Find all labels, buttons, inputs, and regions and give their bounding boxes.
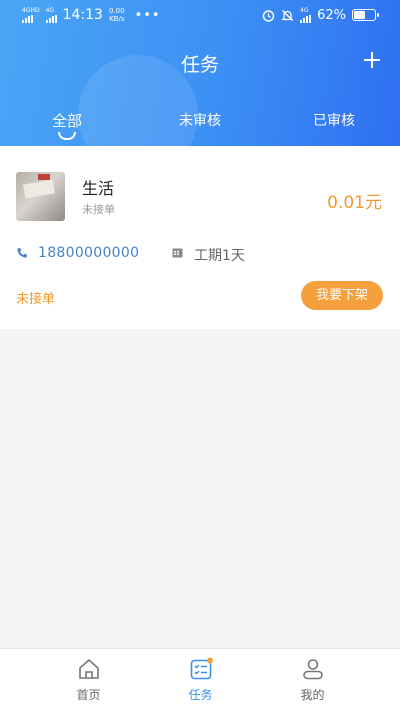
task-list-icon [190,657,213,680]
speed-value: 0.00 [108,7,125,15]
tab-unreviewed[interactable]: 未审核 [150,110,250,130]
tab-reviewed-label: 已审核 [313,113,355,129]
signal-1-icon: 4GHD [22,7,40,23]
signal-3-icon: 4G [300,7,312,23]
network-label-3: 4G [300,7,309,14]
task-card[interactable]: 生活 未接单 0.01元 18800000000 工期1天 未接单 我要下架 [0,146,400,329]
calendar-icon [172,248,183,258]
add-task-button[interactable] [358,46,386,74]
active-tab-indicator [58,132,76,140]
task-price: 0.01元 [327,193,382,213]
task-status: 未接单 [82,203,115,216]
more-notifications-icon: ••• [134,7,161,23]
nav-mine[interactable]: 我的 [246,649,379,711]
battery-icon [352,9,379,21]
status-bar: 4GHD 4G 14:13 0.00 KB/s ••• 4G 62% [0,0,400,32]
tab-all[interactable]: 全部 [17,110,117,140]
status-time: 14:13 [62,7,103,23]
page-title: 任务 [180,54,219,76]
alarm-icon [262,9,275,22]
header: 4GHD 4G 14:13 0.00 KB/s ••• 4G 62% 任务 全部… [0,0,400,146]
tab-reviewed[interactable]: 已审核 [284,110,384,130]
mute-icon [281,9,294,21]
phone-icon [17,248,27,258]
task-footer-status: 未接单 [16,292,56,307]
network-label-1: 4GHD [22,7,40,14]
task-name: 生活 [82,179,115,198]
home-icon [78,659,99,679]
network-speed: 0.00 KB/s [109,7,125,23]
network-label-2: 4G [45,7,55,14]
task-thumbnail [16,172,65,221]
battery-percent: 62% [317,7,346,23]
remove-listing-button[interactable]: 我要下架 [301,281,383,310]
battery-level [354,11,366,19]
user-icon [302,659,323,680]
speed-unit: KB/s [109,15,125,23]
tab-unreviewed-label: 未审核 [179,113,221,129]
task-period: 工期1天 [194,248,245,264]
nav-mine-label: 我的 [300,688,325,702]
task-phone[interactable]: 18800000000 [38,245,139,261]
bottom-nav: 首页 任务 我的 [0,648,400,711]
tab-all-label: 全部 [51,112,82,130]
tab-bar: 全部 未审核 已审核 [0,104,400,144]
signal-2-icon: 4G [45,7,57,23]
